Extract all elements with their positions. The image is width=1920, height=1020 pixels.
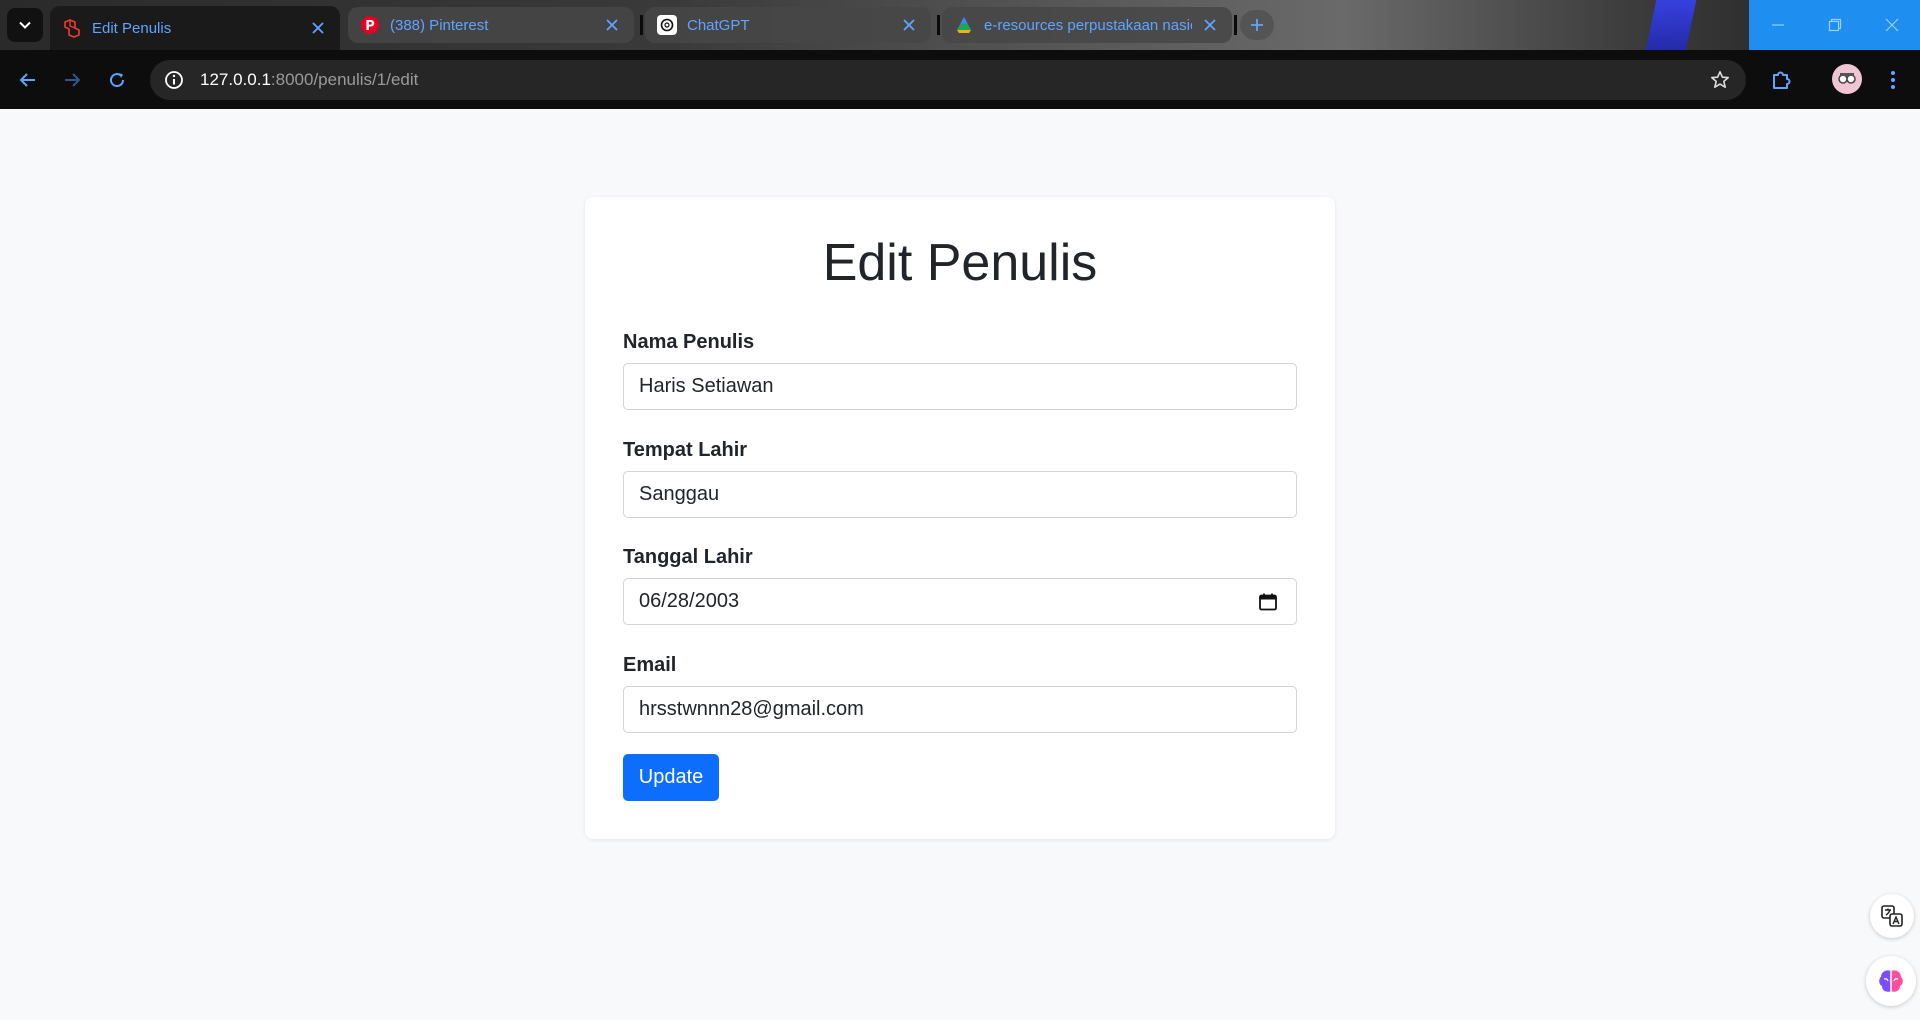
restore-button[interactable] [1806, 0, 1863, 50]
minimize-button[interactable] [1749, 0, 1806, 50]
svg-text:P: P [365, 19, 375, 34]
drive-icon [954, 15, 974, 35]
minimize-icon [1771, 24, 1784, 26]
tempat-input[interactable]: Sanggau [623, 471, 1297, 518]
arrow-left-icon [19, 73, 35, 87]
tab-separator [640, 15, 643, 35]
nama-input[interactable]: Haris Setiawan [623, 363, 1297, 410]
edit-form-card: Edit Penulis Nama Penulis Haris Setiawan… [585, 197, 1335, 839]
page-title: Edit Penulis [822, 234, 1098, 292]
tanggal-input[interactable]: 06/28/2003 [623, 578, 1297, 625]
puzzle-icon [1773, 71, 1791, 89]
close-window-button[interactable] [1863, 0, 1920, 50]
tab-separator [1234, 15, 1237, 35]
tab-title: e-resources perpustakaan nasio [984, 16, 1192, 34]
tab-search-button[interactable] [7, 8, 43, 42]
chevron-down-icon [19, 21, 31, 29]
tab-title: ChatGPT [687, 16, 750, 34]
close-icon[interactable] [308, 18, 328, 38]
url-path: :8000/penulis/1/edit [270, 70, 419, 89]
arrow-right-icon [65, 73, 81, 87]
tab-title: (388) Pinterest [390, 16, 489, 34]
plus-icon [1251, 19, 1263, 31]
forward-button[interactable] [56, 64, 88, 96]
nama-label: Nama Penulis [623, 331, 755, 353]
update-button[interactable]: Update [623, 754, 719, 801]
address-bar[interactable]: 127.0.0.1:8000/penulis/1/edit [150, 60, 1746, 100]
close-icon[interactable] [899, 15, 919, 35]
chatgpt-icon [657, 15, 677, 35]
close-icon[interactable] [1200, 15, 1220, 35]
translate-button[interactable] [1870, 894, 1914, 938]
tempat-value: Sanggau [639, 483, 720, 505]
url-host: 127.0.0.1 [200, 70, 271, 89]
tab-e-resources[interactable]: e-resources perpustakaan nasio [942, 7, 1232, 43]
tanggal-value: 06/28/2003 [639, 590, 740, 612]
info-icon[interactable] [154, 60, 194, 100]
tempat-label: Tempat Lahir [623, 439, 748, 461]
restore-icon [1828, 18, 1841, 32]
browser-menu-button[interactable] [1877, 64, 1909, 96]
reload-button[interactable] [101, 64, 133, 96]
close-icon [1885, 18, 1898, 32]
brain-icon [1879, 970, 1903, 992]
tab-chatgpt[interactable]: ChatGPT [645, 7, 931, 43]
extensions-button[interactable] [1765, 64, 1797, 96]
page-content: Edit Penulis Nama Penulis Haris Setiawan… [0, 109, 1920, 1020]
tanggal-label: Tanggal Lahir [623, 546, 753, 568]
window-controls [1749, 0, 1920, 50]
url-text: 127.0.0.1:8000/penulis/1/edit [200, 70, 418, 90]
bookmark-star-icon[interactable] [1708, 68, 1732, 92]
more-vertical-icon [1891, 71, 1895, 89]
tab-title: Edit Penulis [92, 19, 172, 37]
tab-strip: Edit Penulis P (388) Pinterest ChatGPT e… [0, 0, 1920, 50]
laravel-icon [62, 18, 82, 38]
new-tab-button[interactable] [1240, 10, 1274, 40]
back-button[interactable] [12, 64, 44, 96]
tab-edit-penulis[interactable]: Edit Penulis [50, 6, 340, 50]
wallpaper-streak [1641, 0, 1699, 50]
browser-toolbar: 127.0.0.1:8000/penulis/1/edit [0, 50, 1920, 109]
avatar-face-icon [1838, 73, 1856, 84]
profile-avatar[interactable] [1832, 64, 1862, 94]
calendar-icon[interactable] [1258, 592, 1278, 612]
email-input[interactable]: hrsstwnnn28@gmail.com [623, 686, 1297, 733]
translate-icon [1881, 905, 1903, 927]
email-label: Email [623, 654, 677, 676]
tab-separator [937, 15, 940, 35]
nama-value: Haris Setiawan [639, 375, 774, 397]
tab-pinterest[interactable]: P (388) Pinterest [348, 7, 634, 43]
reload-icon [110, 73, 125, 88]
pinterest-icon: P [360, 15, 380, 35]
email-value: hrsstwnnn28@gmail.com [639, 698, 864, 720]
ai-assistant-button[interactable] [1866, 956, 1916, 1006]
close-icon[interactable] [602, 15, 622, 35]
